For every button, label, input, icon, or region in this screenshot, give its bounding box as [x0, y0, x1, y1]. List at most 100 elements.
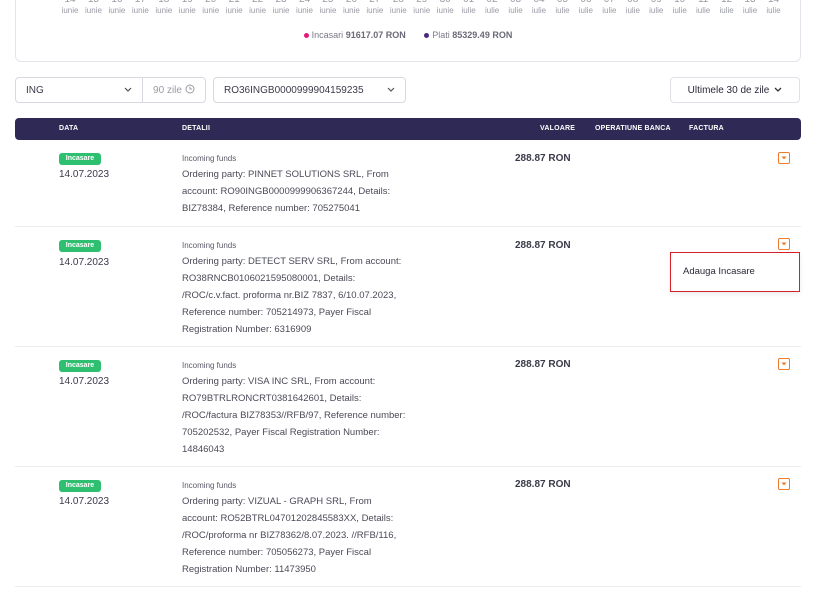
tick-month: iulie [508, 6, 523, 15]
iban-select-value: RO36INGB0000999904159235 [224, 84, 364, 96]
tick-month: iunie [389, 6, 407, 15]
row-amount: 288.87 RON [515, 359, 571, 370]
days-range-value: 90 zile [153, 84, 182, 96]
tick-month: iunie [131, 6, 149, 15]
legend-dot-icon [424, 33, 430, 39]
period-dropdown-button[interactable]: Ultimele 30 de zile [670, 77, 800, 103]
tick-month: iunie [155, 6, 173, 15]
chart-x-tick: 20iunie [199, 0, 223, 16]
chart-x-tick: 04iulie [527, 0, 551, 16]
tick-month: iulie [531, 6, 547, 15]
chart-x-tick: 19iunie [175, 0, 199, 16]
chart-x-tick: 14iulie [762, 0, 786, 16]
tick-month: iunie [413, 6, 431, 15]
details-line: /ROC/c.v.fact. proforma nr.BIZ 7837, 6/1… [182, 290, 397, 301]
details-line: Ordering party: VIZUAL - GRAPH SRL, From [182, 496, 372, 507]
details-line: Reference number: 705056273, Payer Fisca… [182, 547, 372, 558]
tick-month: iulie [555, 6, 570, 15]
clock-icon [185, 84, 195, 97]
status-badge: Incasare [59, 153, 101, 165]
tick-month: iulie [742, 6, 758, 15]
chart-x-tick: 07iulie [597, 0, 621, 16]
chart-x-tick: 02iulie [480, 0, 504, 16]
bank-select-value: ING [26, 84, 44, 96]
details-line: 705202532, Payer Fiscal Registration Num… [182, 427, 380, 438]
tick-month: iunie [366, 6, 384, 15]
legend-plati[interactable]: Plati 85329.49 RON [424, 30, 512, 40]
chart-x-tick: 17iunie [128, 0, 152, 16]
chart-x-tick: 15iunie [81, 0, 105, 16]
days-range-field[interactable]: 90 zile [142, 77, 206, 103]
chart-x-tick: 11iulie [691, 0, 715, 16]
details-line: Reference number: 705214973, Payer Fisca… [182, 307, 372, 318]
details-line: RO38RNCB0106021595080001, Details: [182, 273, 356, 284]
row-amount: 288.87 RON [515, 153, 571, 164]
details-line: Registration Number: 6316909 [182, 324, 312, 335]
row-details-title: Incoming funds [182, 154, 237, 163]
details-line: /ROC/factura BIZ78353//RFB/97, Reference… [182, 410, 406, 421]
tick-month: iulie [766, 6, 781, 15]
column-header-data[interactable]: DATA [59, 125, 78, 132]
expand-toggle-icon[interactable] [778, 238, 790, 250]
tick-month: iulie [461, 6, 476, 15]
column-header-factura[interactable]: FACTURA [689, 125, 724, 132]
status-badge: Incasare [59, 480, 101, 492]
row-details-text: Ordering party: VIZUAL - GRAPH SRL, From… [182, 493, 442, 578]
chart-x-tick: 25iunie [316, 0, 340, 16]
add-incasare-menu-item[interactable]: Adauga Incasare [683, 266, 755, 277]
bank-select[interactable]: ING [15, 77, 143, 103]
chart-x-tick: 06iulie [574, 0, 598, 16]
chart-x-tick: 03iulie [504, 0, 528, 16]
chart-x-tick: 01iulie [457, 0, 481, 16]
period-label: Ultimele 30 de zile [687, 84, 770, 96]
chart-x-tick: 14iunie [58, 0, 82, 16]
chart-x-tick: 22iunie [246, 0, 270, 16]
row-details-title: Incoming funds [182, 241, 237, 250]
row-details-title: Incoming funds [182, 481, 237, 490]
tick-month: iunie [436, 6, 454, 15]
tick-month: iunie [202, 6, 220, 15]
details-line: Registration Number: 11473950 [182, 564, 316, 575]
chart-x-tick: 05iulie [550, 0, 574, 16]
chevron-down-icon [774, 86, 782, 95]
tick-month: iunie [108, 6, 126, 15]
chart-x-tick: 30iunie [433, 0, 457, 16]
chart-x-tick: 18iunie [152, 0, 176, 16]
details-line: Ordering party: DETECT SERV SRL, From ac… [182, 256, 402, 267]
legend-incasari[interactable]: Incasari 91617.07 RON [303, 30, 406, 40]
expand-toggle-icon[interactable] [778, 358, 790, 370]
details-line: account: RO52BTRL04701202845583XX, Detai… [182, 513, 394, 524]
expand-toggle-icon[interactable] [778, 478, 790, 490]
tick-month: iunie [319, 6, 337, 15]
tick-month: iulie [578, 6, 593, 15]
expand-toggle-icon[interactable] [778, 152, 790, 164]
tick-month: iulie [719, 6, 734, 15]
row-date: 14.07.2023 [59, 496, 110, 507]
table-row: Incasare 14.07.2023 Incoming funds Order… [15, 347, 801, 467]
row-amount: 288.87 RON [515, 479, 571, 490]
details-line: Ordering party: VISA INC SRL, From accou… [182, 376, 376, 387]
table-row: Incasare 14.07.2023 Incoming funds Order… [15, 140, 801, 227]
chart-x-tick: 23iunie [269, 0, 293, 16]
chart-x-tick: 27iunie [363, 0, 387, 16]
chevron-down-icon [387, 86, 395, 95]
tick-month: iulie [672, 6, 687, 15]
column-header-valoare[interactable]: VALOARE [540, 125, 575, 132]
legend-value: 91617.07 RON [345, 30, 406, 40]
status-badge: Incasare [59, 240, 101, 252]
row-details-text: Ordering party: DETECT SERV SRL, From ac… [182, 253, 442, 338]
table-row: Incasare 14.07.2023 Incoming funds Order… [15, 467, 801, 587]
chart-x-tick: 10iulie [668, 0, 692, 16]
column-header-operatiune-banca[interactable]: OPERATIUNE BANCA [595, 125, 671, 132]
tick-month: iulie [696, 6, 711, 15]
tick-month: iulie [602, 6, 617, 15]
tick-month: iunie [272, 6, 290, 15]
iban-select[interactable]: RO36INGB0000999904159235 [213, 77, 406, 103]
chart-x-tick: 26iunie [339, 0, 363, 16]
tick-month: iunie [225, 6, 243, 15]
row-details-title: Incoming funds [182, 361, 237, 370]
chart-x-tick: 16iunie [105, 0, 129, 16]
chart-x-tick: 29iunie [410, 0, 434, 16]
details-line: 14846043 [182, 444, 225, 455]
column-header-detalii[interactable]: DETALII [182, 125, 210, 132]
